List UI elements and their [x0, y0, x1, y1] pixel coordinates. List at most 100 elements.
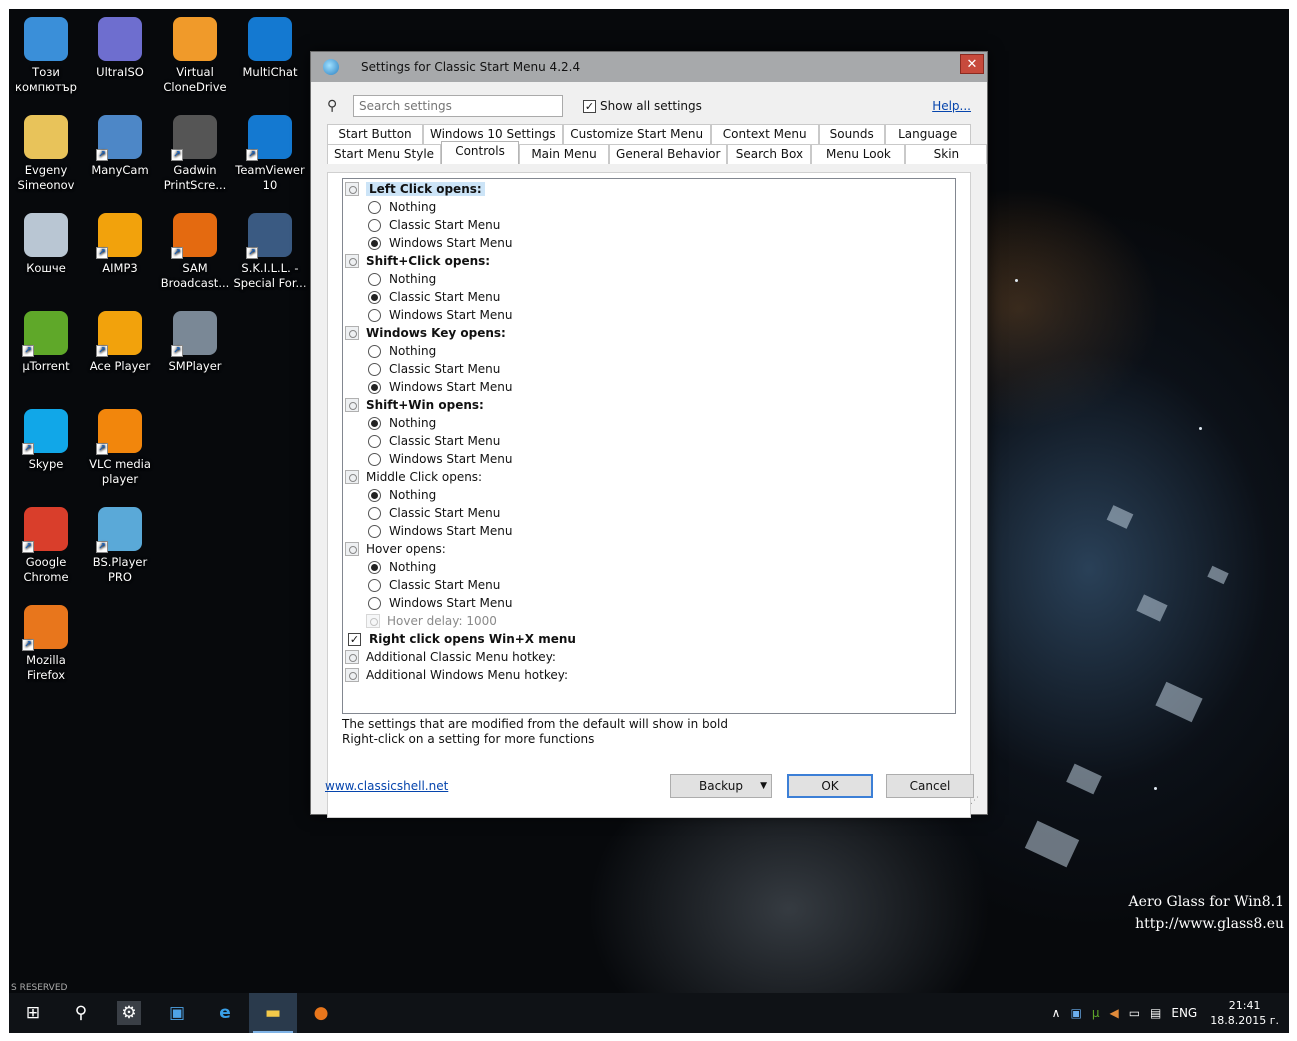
setting-radio-option[interactable]: Nothing [368, 270, 436, 288]
setting-group[interactable]: Additional Classic Menu hotkey: [345, 648, 556, 666]
setting-radio-option[interactable]: Classic Start Menu [368, 504, 500, 522]
tab-controls[interactable]: Controls [441, 141, 520, 164]
setting-radio-option[interactable]: Nothing [368, 342, 436, 360]
setting-group[interactable]: Hover opens: [345, 540, 446, 558]
radio-button[interactable] [368, 290, 381, 304]
setting-group[interactable]: Additional Windows Menu hotkey: [345, 666, 568, 684]
radio-button[interactable] [368, 452, 381, 466]
desktop-icon[interactable]: ↗ SAM Broadcast... [158, 213, 232, 291]
settings-tree[interactable]: Left Click opens: Nothing Classic Start Me… [342, 178, 956, 714]
setting-radio-option[interactable]: Classic Start Menu [368, 360, 500, 378]
tab-sounds[interactable]: Sounds [818, 124, 885, 144]
dropdown-arrow-icon[interactable]: ▼ [760, 775, 767, 797]
setting-group[interactable]: Shift+Win opens: [345, 396, 484, 414]
radio-button[interactable] [368, 524, 381, 538]
setting-radio-option[interactable]: Windows Start Menu [368, 450, 512, 468]
setting-radio-option[interactable]: Classic Start Menu [368, 216, 500, 234]
checkbox-box[interactable]: ✓ [348, 632, 361, 646]
action-center-icon[interactable]: ▤ [1150, 1006, 1161, 1020]
radio-button[interactable] [368, 236, 381, 250]
taskbar-control-panel[interactable]: ▣ [153, 993, 201, 1033]
dialog-titlebar[interactable]: Settings for Classic Start Menu 4.2.4 ✕ [311, 52, 987, 82]
tab-context-menu[interactable]: Context Menu [710, 124, 819, 144]
utorrent-tray-icon[interactable]: µ [1092, 1006, 1100, 1020]
volume-icon[interactable]: ◀ [1109, 1006, 1118, 1020]
setting-radio-option[interactable]: Windows Start Menu [368, 306, 512, 324]
resize-grip-icon[interactable]: ⋰ [970, 796, 979, 806]
close-button[interactable]: ✕ [960, 54, 984, 74]
setting-group[interactable]: Windows Key opens: [345, 324, 506, 342]
tab-main-menu[interactable]: Main Menu [519, 144, 610, 164]
radio-button[interactable] [368, 362, 381, 376]
desktop-icon[interactable]: Кошче [9, 213, 83, 276]
setting-radio-option[interactable]: Windows Start Menu [368, 234, 512, 252]
desktop-icon[interactable]: ↗ Mozilla Firefox [9, 605, 83, 683]
tab-customize-start-menu[interactable]: Customize Start Menu [562, 124, 711, 144]
setting-checkbox[interactable]: ✓ Right click opens Win+X menu [348, 630, 576, 648]
desktop-icon[interactable]: ↗ TeamViewer 10 [233, 115, 307, 193]
desktop-icon[interactable]: Evgeny Simeonov [9, 115, 83, 193]
desktop-icon[interactable]: ↗ µTorrent [9, 311, 83, 374]
classicshell-link[interactable]: www.classicshell.net [325, 779, 448, 793]
setting-radio-option[interactable]: Nothing [368, 414, 436, 432]
tab-search-box[interactable]: Search Box [727, 144, 812, 164]
cancel-button[interactable]: Cancel [886, 774, 974, 798]
desktop-icon[interactable]: ↗ Gadwin PrintScre... [158, 115, 232, 193]
radio-button[interactable] [368, 344, 381, 358]
clock[interactable]: 21:41 18.8.2015 г. [1210, 998, 1279, 1028]
setting-group[interactable]: Left Click opens: [345, 180, 485, 198]
tab-language[interactable]: Language [884, 124, 971, 144]
taskbar-internet-explorer[interactable]: e [201, 993, 249, 1033]
desktop-icon[interactable]: UltraISO [83, 17, 157, 80]
setting-radio-option[interactable]: Windows Start Menu [368, 594, 512, 612]
desktop-icon[interactable]: ↗ Skype [9, 409, 83, 472]
radio-button[interactable] [368, 200, 381, 214]
network-icon[interactable]: ▭ [1129, 1006, 1140, 1020]
radio-button[interactable] [368, 308, 381, 322]
tab-start-button[interactable]: Start Button [327, 124, 423, 144]
desktop-icon[interactable]: ↗ Ace Player [83, 311, 157, 374]
radio-button[interactable] [368, 596, 381, 610]
tab-menu-look[interactable]: Menu Look [811, 144, 906, 164]
radio-button[interactable] [368, 434, 381, 448]
radio-button[interactable] [368, 560, 381, 574]
backup-button[interactable]: Backup ▼ [670, 774, 772, 798]
help-link[interactable]: Help... [932, 99, 971, 113]
tray-app-icon[interactable]: ▣ [1070, 1006, 1081, 1020]
radio-button[interactable] [368, 380, 381, 394]
desktop-icon[interactable]: ↗ AIMP3 [83, 213, 157, 276]
setting-radio-option[interactable]: Classic Start Menu [368, 576, 500, 594]
search-button[interactable]: ⚲ [57, 993, 105, 1033]
language-indicator[interactable]: ENG [1171, 1006, 1197, 1020]
desktop-icon[interactable]: Virtual CloneDrive [158, 17, 232, 95]
radio-button[interactable] [368, 416, 381, 430]
show-hidden-icons-chevron-icon[interactable]: ∧ [1052, 1006, 1061, 1020]
tab-general-behavior[interactable]: General Behavior [609, 144, 728, 164]
tab-skin[interactable]: Skin [905, 144, 988, 164]
search-input[interactable] [353, 95, 563, 117]
show-all-settings-checkbox[interactable]: ✓ Show all settings [583, 99, 702, 113]
desktop-icon[interactable]: ↗ VLC media player [83, 409, 157, 487]
desktop-icon[interactable]: Този компютър [9, 17, 83, 95]
setting-radio-option[interactable]: Nothing [368, 558, 436, 576]
radio-button[interactable] [368, 578, 381, 592]
setting-group[interactable]: Middle Click opens: [345, 468, 482, 486]
desktop-icon[interactable]: ↗ S.K.I.L.L. - Special For... [233, 213, 307, 291]
radio-button[interactable] [368, 488, 381, 502]
setting-radio-option[interactable]: Classic Start Menu [368, 288, 500, 306]
tab-start-menu-style[interactable]: Start Menu Style [327, 144, 442, 164]
setting-group[interactable]: Shift+Click opens: [345, 252, 490, 270]
taskbar-settings-app[interactable]: ⚙ [105, 993, 153, 1033]
desktop-icon[interactable]: ↗ BS.Player PRO [83, 507, 157, 585]
setting-radio-option[interactable]: Nothing [368, 198, 436, 216]
setting-radio-option[interactable]: Windows Start Menu [368, 378, 512, 396]
setting-radio-option[interactable]: Nothing [368, 486, 436, 504]
start-button[interactable]: ⊞ [9, 993, 57, 1033]
setting-radio-option[interactable]: Windows Start Menu [368, 522, 512, 540]
taskbar-firefox[interactable]: ● [297, 993, 345, 1033]
taskbar-file-explorer[interactable]: ▬ [249, 993, 297, 1033]
radio-button[interactable] [368, 272, 381, 286]
desktop-icon[interactable]: ↗ ManyCam [83, 115, 157, 178]
desktop-icon[interactable]: ↗ Google Chrome [9, 507, 83, 585]
ok-button[interactable]: OK [787, 774, 873, 798]
